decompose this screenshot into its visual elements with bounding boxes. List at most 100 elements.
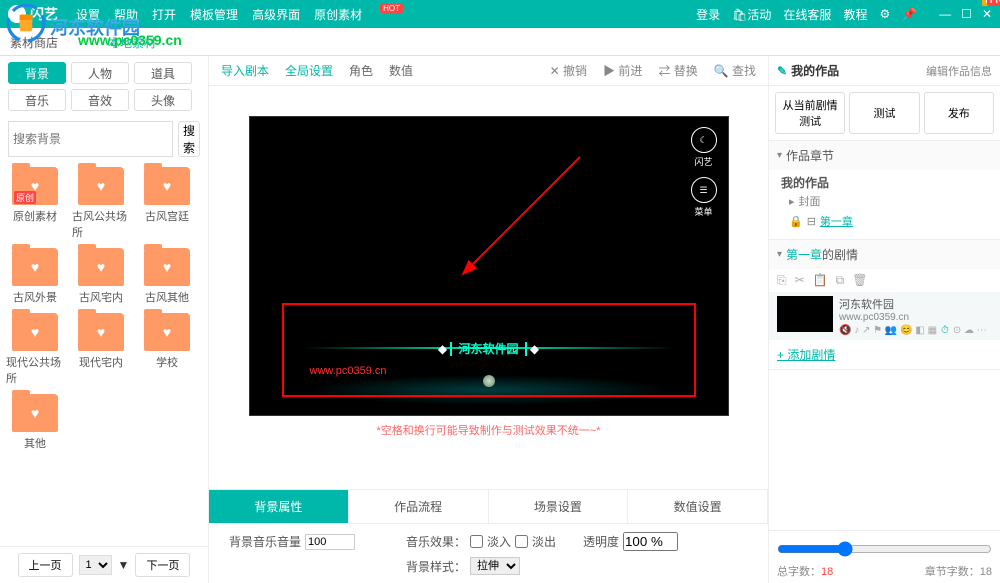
pager-prev[interactable]: 上一页	[18, 553, 73, 577]
tool-cut-icon[interactable]: ✂	[795, 273, 805, 288]
test-from-current-button[interactable]: 从当前剧情测试	[775, 92, 845, 134]
cover-item[interactable]: ▸ 封面	[781, 191, 988, 211]
tab-store[interactable]: 素材商店	[10, 34, 58, 51]
opacity-row: 透明度	[583, 532, 748, 551]
bgm-volume-input[interactable]	[305, 534, 355, 550]
bg-style-select[interactable]: 拉伸	[470, 557, 520, 575]
folder-label: 学校	[156, 354, 178, 370]
folder-item[interactable]: ♥现代宅内	[72, 313, 130, 386]
tab-bg-props[interactable]: 背景属性	[209, 490, 349, 523]
role-button[interactable]: 角色	[349, 62, 373, 79]
preview-stage[interactable]: ☾闪艺 ☰菜单 ◆ 河东软件园 ◆ www.pc0359.cn	[249, 116, 729, 416]
pin-icon[interactable]: 📌	[902, 7, 917, 21]
folder-icon: ♥	[12, 394, 58, 432]
chapter-words: 章节字数：18	[925, 563, 992, 579]
find-button[interactable]: 🔍 查找	[714, 62, 756, 79]
folder-label: 古风其他	[145, 289, 189, 305]
folder-label: 原创素材	[13, 208, 57, 224]
gear-icon[interactable]: ⚙	[879, 7, 890, 21]
opacity-input[interactable]	[623, 532, 678, 551]
folder-label: 古风公共场所	[72, 208, 130, 240]
import-script-button[interactable]: 导入剧本	[221, 62, 269, 79]
folder-icon: ♥	[144, 167, 190, 205]
edit-project-button[interactable]: 编辑作品信息	[926, 63, 992, 79]
service-button[interactable]: 在线客服	[783, 6, 831, 23]
stage-menu-icon[interactable]: ☰菜单	[688, 177, 720, 219]
asset-search-button[interactable]: 搜索	[178, 121, 200, 157]
minimize-button[interactable]: —	[939, 7, 951, 21]
stage-app-icon[interactable]: ☾闪艺	[688, 127, 720, 169]
asset-tab-sfx[interactable]: 音效	[71, 89, 129, 111]
tool-delete-icon[interactable]: 🗑	[852, 273, 867, 288]
folder-item[interactable]: ♥古风外景	[6, 248, 64, 305]
tool-copy-icon[interactable]: ⎘	[777, 273, 787, 288]
undo-button[interactable]: ✕ 撤销	[550, 62, 587, 79]
activity-button[interactable]: 🛍活动NEW	[732, 6, 771, 23]
publish-button[interactable]: 发布	[924, 92, 994, 134]
login-button[interactable]: 登录	[696, 6, 720, 23]
menu-original[interactable]: 原创素材HOT	[314, 6, 385, 23]
asset-tab-music[interactable]: 音乐	[8, 89, 66, 111]
tab-numeric[interactable]: 数值设置	[628, 490, 768, 523]
fadein-checkbox[interactable]	[470, 535, 483, 548]
hot-badge: HOT	[380, 4, 403, 13]
folder-item[interactable]: ♥古风宫廷	[138, 167, 196, 240]
value-button[interactable]: 数值	[389, 62, 413, 79]
folder-item[interactable]: ♥学校	[138, 313, 196, 386]
menu-settings[interactable]: 设置	[76, 6, 100, 23]
chapter-item[interactable]: 🔒⊟ 第一章	[781, 211, 988, 231]
music-effect-row: 音乐效果： 淡入 淡出	[406, 533, 571, 550]
folder-icon: ♥	[144, 248, 190, 286]
tab-flow[interactable]: 作品流程	[349, 490, 489, 523]
zoom-slider[interactable]	[777, 541, 992, 557]
annotation-box	[282, 303, 696, 397]
logo-icon	[8, 5, 26, 23]
tutorial-button[interactable]: 教程HOT	[843, 6, 867, 23]
scene-item[interactable]: 河东软件园 www.pc0359.cn 🔇 ♪ ↗ ⚑ 👥 😊 ◧ ▦ ⏱ ⊙ …	[769, 292, 1000, 340]
tab-local[interactable]: 本地素材	[108, 34, 156, 51]
menu-advanced[interactable]: 高级界面	[252, 6, 300, 23]
pager-dropdown-icon: ▼	[118, 558, 130, 572]
close-button[interactable]: ✕	[982, 7, 992, 21]
pen-icon: ✎	[777, 64, 787, 78]
tab-scene[interactable]: 场景设置	[489, 490, 629, 523]
topbar: 闪艺 设置 帮助 打开 模板管理 高级界面 原创素材HOT 登录 🛍活动NEW …	[0, 0, 1000, 28]
asset-source-tabs: 素材商店 本地素材	[0, 30, 1000, 56]
asset-tab-prop[interactable]: 道具	[134, 62, 192, 84]
chevron-down-icon: ▾	[777, 150, 782, 161]
scene-section-header[interactable]: ▾第一章的剧情	[769, 240, 1000, 269]
bgm-volume-row: 背景音乐音量	[229, 533, 394, 550]
folder-item[interactable]: ♥其他	[6, 394, 64, 451]
menu-template[interactable]: 模板管理	[190, 6, 238, 23]
folder-item[interactable]: ♥现代公共场所	[6, 313, 64, 386]
maximize-button[interactable]: ☐	[961, 7, 972, 21]
project-panel: ✎ 我的作品 编辑作品信息 从当前剧情测试 测试 发布 ▾作品章节 我的作品 ▸…	[768, 56, 1000, 583]
chapter-section-header[interactable]: ▾作品章节	[769, 141, 1000, 170]
folder-label: 古风外景	[13, 289, 57, 305]
asset-search-input[interactable]	[8, 121, 173, 157]
fadeout-checkbox[interactable]	[515, 535, 528, 548]
asset-tab-background[interactable]: 背景	[8, 62, 66, 84]
global-settings-button[interactable]: 全局设置	[285, 62, 333, 79]
pager-next[interactable]: 下一页	[135, 553, 190, 577]
folder-icon: ♥	[78, 248, 124, 286]
redo-button[interactable]: ▶ 前进	[603, 62, 642, 79]
add-scene-button[interactable]: + 添加剧情	[769, 340, 1000, 369]
folder-icon: ♥	[12, 167, 58, 205]
asset-tab-avatar[interactable]: 头像	[134, 89, 192, 111]
scene-thumbnail	[777, 296, 833, 332]
pager-page-select[interactable]: 1	[79, 555, 112, 575]
folder-item[interactable]: ♥古风公共场所	[72, 167, 130, 240]
folder-item[interactable]: ♥ 古风其他	[138, 248, 196, 305]
test-button[interactable]: 测试	[849, 92, 919, 134]
tool-dup-icon[interactable]: ⧉	[836, 273, 845, 288]
total-words: 总字数：18	[777, 563, 833, 579]
folder-item[interactable]: ♥古风宅内	[72, 248, 130, 305]
menu-help[interactable]: 帮助	[114, 6, 138, 23]
folder-label: 现代公共场所	[6, 354, 64, 386]
folder-item[interactable]: ♥ 原创素材	[6, 167, 64, 240]
replace-button[interactable]: ⇄ 替换	[658, 62, 697, 79]
tool-paste-icon[interactable]: 📋	[813, 273, 828, 288]
menu-open[interactable]: 打开	[152, 6, 176, 23]
asset-tab-character[interactable]: 人物	[71, 62, 129, 84]
